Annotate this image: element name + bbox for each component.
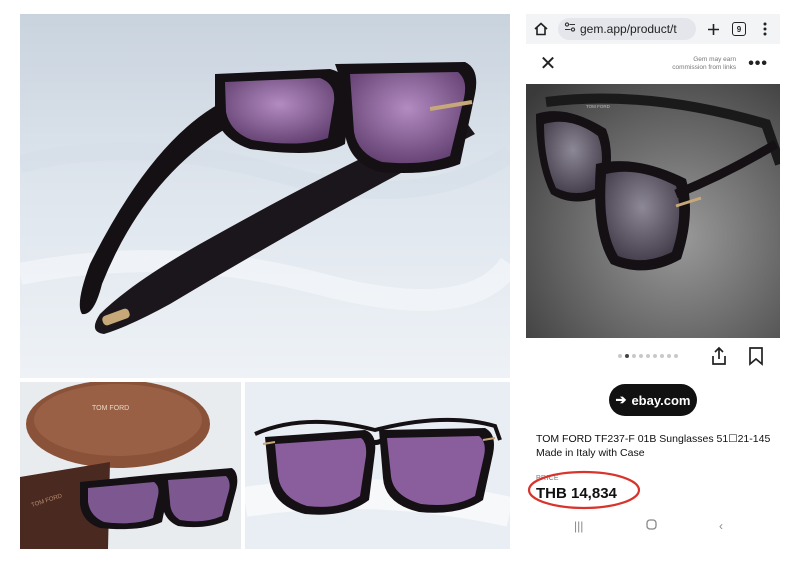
carousel-dot[interactable] <box>674 354 678 358</box>
close-icon[interactable]: ✕ <box>538 54 558 74</box>
new-tab-icon[interactable] <box>704 20 722 38</box>
share-icon[interactable] <box>709 346 729 366</box>
carousel-dot[interactable] <box>660 354 664 358</box>
visit-source-button[interactable]: ➔ ebay.com <box>609 384 697 416</box>
home-icon[interactable] <box>532 20 550 38</box>
bookmark-icon[interactable] <box>748 346 764 366</box>
back-icon[interactable]: ‹ <box>719 519 723 533</box>
commission-line-2: commission from links <box>672 64 737 71</box>
home-button-icon[interactable] <box>646 519 657 533</box>
main-sunglasses-photo <box>20 14 510 378</box>
sunglasses-front-photo <box>245 382 510 549</box>
carousel-dot[interactable] <box>639 354 643 358</box>
product-title-line-2: Made in Italy with Case <box>536 447 645 459</box>
system-navigation-bar: ||| ‹ <box>526 514 780 538</box>
product-image[interactable]: TOM FORD <box>526 84 780 338</box>
case-brand-logo: TOM FORD <box>92 405 129 412</box>
address-bar[interactable]: gem.app/product/t <box>558 18 696 40</box>
tab-count: 9 <box>732 22 746 36</box>
source-button-label: ebay.com <box>631 392 691 408</box>
browser-toolbar: gem.app/product/t 9 <box>526 14 780 44</box>
arrow-right-icon: ➔ <box>615 392 627 407</box>
carousel-dot[interactable] <box>618 354 622 358</box>
commission-disclaimer: Gem may earn commission from links <box>672 56 736 72</box>
carousel-dots[interactable] <box>618 354 678 358</box>
price-annotation-circle <box>527 470 641 510</box>
product-title: TOM FORD TF237-F 01B Sunglasses 51☐21-14… <box>536 432 776 460</box>
carousel-dot[interactable] <box>632 354 636 358</box>
svg-text:TOM FORD: TOM FORD <box>586 104 611 109</box>
screenshot-collage: TOM FORD TOM FORD gem.app/product/t 9 ✕ … <box>0 0 800 564</box>
tab-switcher-button[interactable]: 9 <box>730 20 748 38</box>
carousel-dot[interactable] <box>667 354 671 358</box>
phone-screenshot: gem.app/product/t 9 ✕ Gem may earn commi… <box>526 14 780 549</box>
sunglasses-with-case-photo: TOM FORD TOM FORD <box>20 382 241 549</box>
sheet-header: ✕ Gem may earn commission from links ••• <box>526 44 780 84</box>
commission-line-1: Gem may earn <box>693 56 737 63</box>
recent-apps-icon[interactable]: ||| <box>574 519 583 533</box>
carousel-dot[interactable] <box>625 354 629 358</box>
carousel-dot[interactable] <box>653 354 657 358</box>
carousel-controls <box>526 338 780 374</box>
browser-menu-icon[interactable] <box>756 20 774 38</box>
carousel-dot[interactable] <box>646 354 650 358</box>
site-settings-icon[interactable] <box>564 20 576 38</box>
product-title-line-1: TOM FORD TF237-F 01B Sunglasses 51☐21-14… <box>536 433 771 445</box>
more-options-icon[interactable]: ••• <box>748 55 768 73</box>
url-text: gem.app/product/t <box>580 22 677 36</box>
